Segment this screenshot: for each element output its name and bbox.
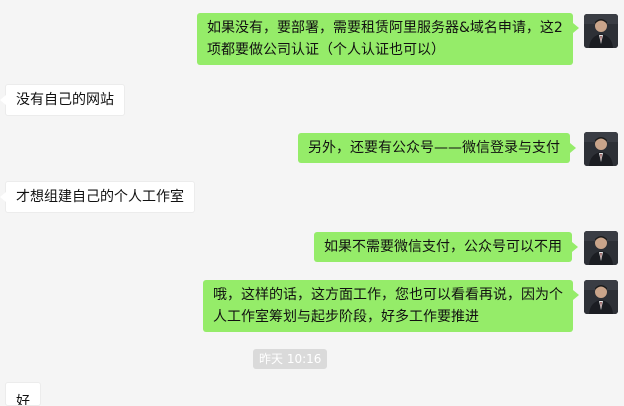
user-avatar-icon[interactable]: [584, 280, 618, 314]
message-text: 好: [16, 394, 30, 406]
user-avatar-icon[interactable]: [584, 231, 618, 265]
message-text: 如果没有，要部署，需要租赁阿里服务器&域名申请，这2项都要做公司认证（个人认证也…: [207, 20, 563, 58]
message-text: 没有自己的网站: [16, 92, 114, 108]
message-text: 才想组建自己的个人工作室: [16, 189, 184, 205]
user-avatar-icon[interactable]: [584, 14, 618, 48]
message-bubble-sent[interactable]: 另外，还要有公众号——微信登录与支付: [298, 133, 576, 163]
message-bubble-sent[interactable]: 如果不需要微信支付，公众号可以不用: [314, 232, 578, 262]
message-bubble-received[interactable]: 没有自己的网站: [0, 84, 125, 116]
message-bubble-sent[interactable]: 如果没有，要部署，需要租赁阿里服务器&域名申请，这2项都要做公司认证（个人认证也…: [197, 13, 579, 65]
message-text: 哦，这样的话，这方面工作，您也可以看看再说，因为个人工作室筹划与起步阶段，好多工…: [213, 287, 563, 325]
message-text: 另外，还要有公众号——微信登录与支付: [308, 140, 560, 156]
message-text: 如果不需要微信支付，公众号可以不用: [324, 239, 562, 255]
message-timestamp: 昨天 10:16: [253, 349, 328, 369]
message-bubble-received[interactable]: 才想组建自己的个人工作室: [0, 181, 195, 213]
user-avatar-icon[interactable]: [584, 132, 618, 166]
chat-message-area[interactable]: 如果没有，要部署，需要租赁阿里服务器&域名申请，这2项都要做公司认证（个人认证也…: [0, 0, 624, 406]
message-bubble-sent[interactable]: 哦，这样的话，这方面工作，您也可以看看再说，因为个人工作室筹划与起步阶段，好多工…: [203, 280, 579, 332]
message-bubble-received[interactable]: 好: [5, 382, 41, 406]
